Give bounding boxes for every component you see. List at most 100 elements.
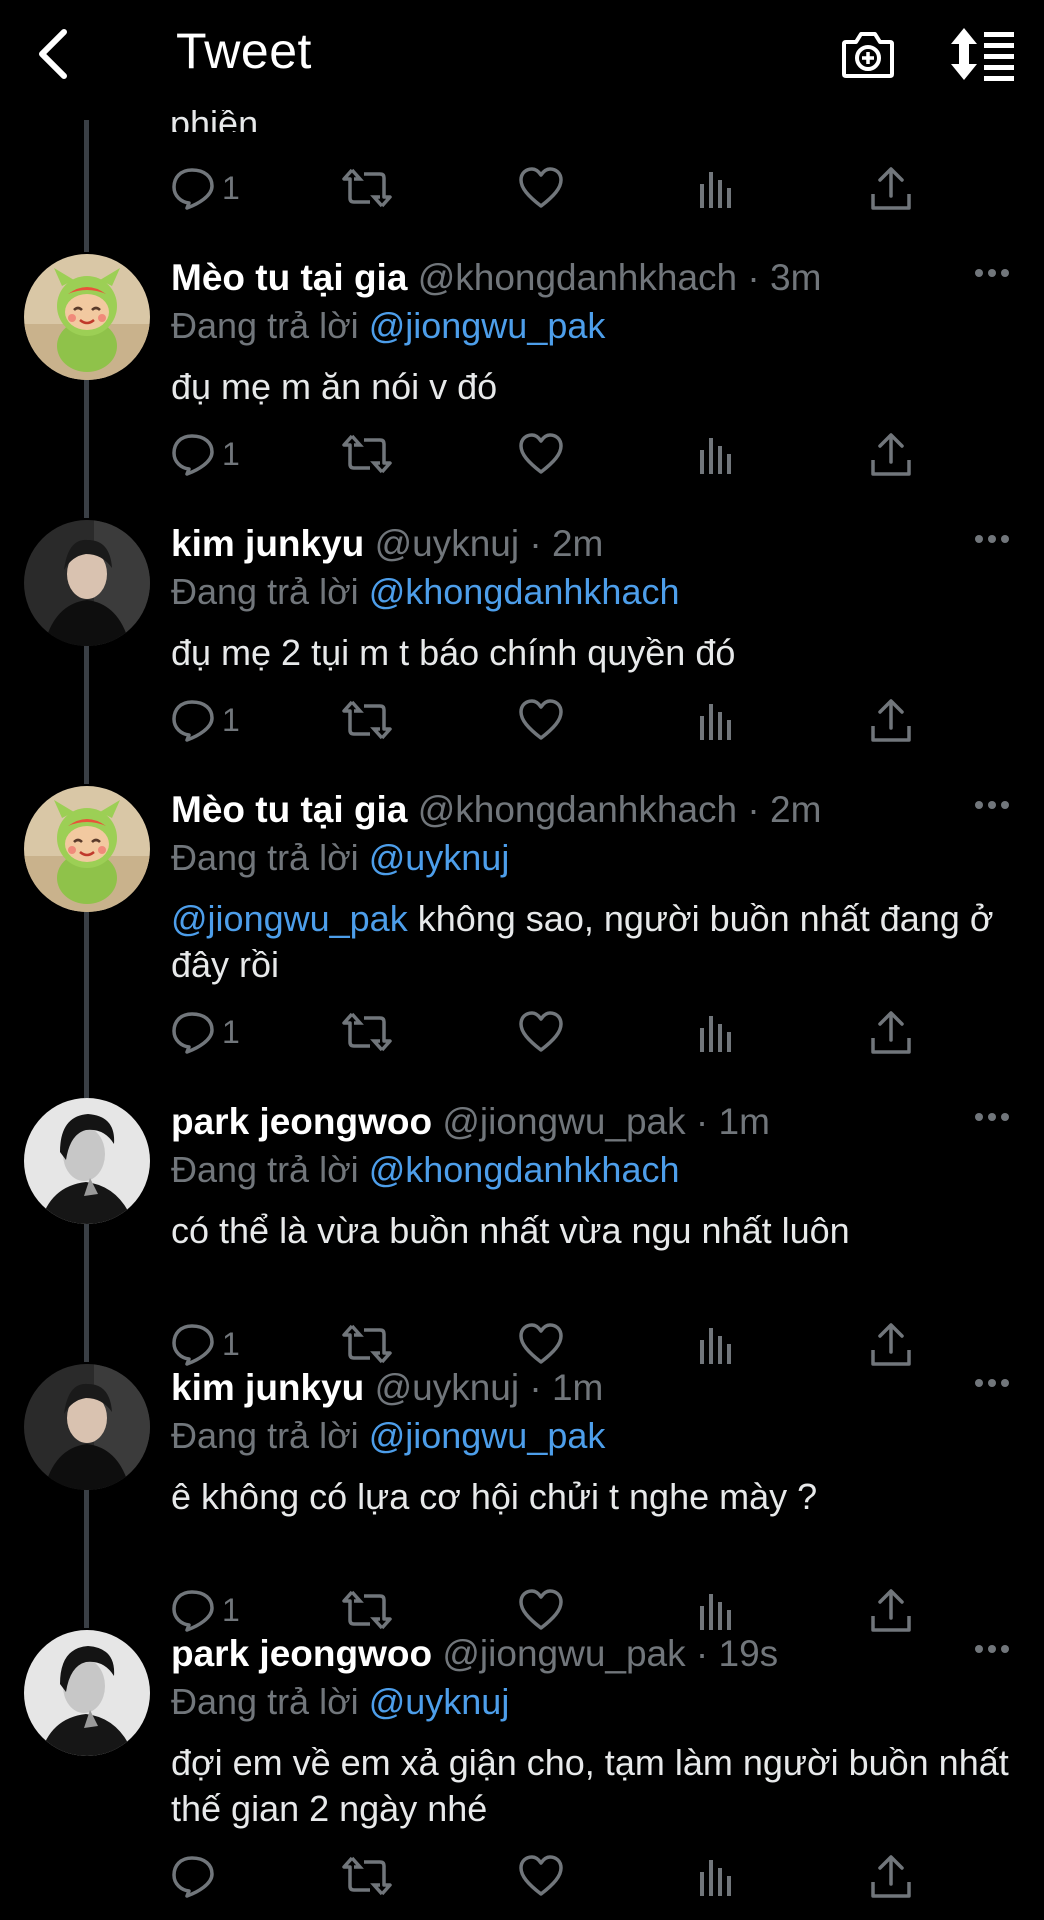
reply-icon[interactable] bbox=[170, 1010, 216, 1056]
reply-icon[interactable] bbox=[170, 1588, 216, 1634]
username[interactable]: @jiongwu_pak bbox=[442, 1633, 685, 1674]
tweet-action-bar: 1 bbox=[0, 432, 1044, 482]
analytics-icon[interactable] bbox=[694, 432, 734, 478]
reply-icon-glyph bbox=[172, 1590, 214, 1632]
timestamp: · 3m bbox=[747, 257, 822, 298]
reply-icon-glyph bbox=[172, 434, 214, 476]
reply-icon[interactable] bbox=[170, 1854, 216, 1900]
tweet-action-bar: 1 bbox=[0, 698, 1044, 748]
analytics-icon[interactable] bbox=[694, 1322, 734, 1368]
replying-to-mention[interactable]: @uyknuj bbox=[369, 837, 510, 878]
timestamp: · 19s bbox=[695, 1633, 779, 1674]
like-icon[interactable] bbox=[518, 166, 564, 212]
reply-icon[interactable] bbox=[170, 432, 216, 478]
avatar[interactable] bbox=[24, 1364, 150, 1490]
retweet-icon[interactable] bbox=[342, 1010, 392, 1056]
body-text: đụ mẹ m ăn nói v đó bbox=[171, 366, 498, 407]
replying-label: Đang trả lời bbox=[171, 571, 359, 612]
more-options-icon[interactable] bbox=[974, 798, 1010, 810]
more-options-icon[interactable] bbox=[974, 532, 1010, 544]
share-icon[interactable] bbox=[868, 1010, 914, 1056]
avatar[interactable] bbox=[24, 254, 150, 380]
retweet-icon[interactable] bbox=[342, 1588, 392, 1634]
timestamp: · 1m bbox=[695, 1101, 770, 1142]
retweet-icon[interactable] bbox=[342, 1854, 392, 1900]
display-name[interactable]: Mèo tu tại gia bbox=[171, 789, 407, 830]
replying-to-mention[interactable]: @jiongwu_pak bbox=[369, 305, 606, 346]
avatar[interactable] bbox=[24, 520, 150, 646]
back-arrow-icon[interactable] bbox=[30, 26, 80, 82]
tweet-text: đợi em về em xả giận cho, tạm làm người … bbox=[171, 1740, 1031, 1832]
tweet-header: Mèo tu tại gia @khongdanhkhach · 3m bbox=[171, 256, 821, 300]
replying-to-mention[interactable]: @uyknuj bbox=[369, 1681, 510, 1722]
replying-to: Đang trả lời @uyknuj bbox=[171, 1680, 509, 1724]
avatar[interactable] bbox=[24, 786, 150, 912]
analytics-icon[interactable] bbox=[694, 1854, 734, 1900]
display-name[interactable]: kim junkyu bbox=[171, 1367, 364, 1408]
sort-list-icon[interactable] bbox=[950, 26, 1016, 82]
display-name[interactable]: kim junkyu bbox=[171, 523, 364, 564]
share-icon-glyph bbox=[871, 1011, 911, 1054]
username[interactable]: @uyknuj bbox=[375, 1367, 520, 1408]
retweet-icon[interactable] bbox=[342, 432, 392, 478]
replying-label: Đang trả lời bbox=[171, 305, 359, 346]
page-title: Tweet bbox=[176, 23, 312, 79]
reply-icon-glyph bbox=[172, 700, 214, 742]
like-icon[interactable] bbox=[518, 698, 564, 744]
share-icon[interactable] bbox=[868, 1322, 914, 1368]
like-icon[interactable] bbox=[518, 1588, 564, 1634]
retweet-icon[interactable] bbox=[342, 1322, 392, 1368]
like-icon[interactable] bbox=[518, 432, 564, 478]
avatar[interactable] bbox=[24, 1630, 150, 1756]
tweet-text: ê không có lựa cơ hội chửi t nghe mày ? bbox=[171, 1474, 1031, 1520]
tweet-action-bar: 1 bbox=[0, 1010, 1044, 1060]
retweet-icon-glyph bbox=[342, 168, 392, 208]
analytics-icon-glyph bbox=[700, 1860, 731, 1896]
username[interactable]: @uyknuj bbox=[375, 523, 520, 564]
username[interactable]: @khongdanhkhach bbox=[418, 257, 737, 298]
retweet-icon[interactable] bbox=[342, 698, 392, 744]
avatar[interactable] bbox=[24, 1098, 150, 1224]
tweet-header: Mèo tu tại gia @khongdanhkhach · 2m bbox=[171, 788, 821, 832]
reply-icon[interactable] bbox=[170, 166, 216, 212]
display-name[interactable]: park jeongwoo bbox=[171, 1101, 432, 1142]
like-icon[interactable] bbox=[518, 1322, 564, 1368]
body-text: có thể là vừa buồn nhất vừa ngu nhất luô… bbox=[171, 1210, 850, 1251]
share-icon[interactable] bbox=[868, 698, 914, 744]
more-options-icon[interactable] bbox=[974, 266, 1010, 278]
more-options-icon[interactable] bbox=[974, 1376, 1010, 1388]
analytics-icon-glyph bbox=[700, 438, 731, 474]
display-name[interactable]: park jeongwoo bbox=[171, 1633, 432, 1674]
share-icon[interactable] bbox=[868, 1588, 914, 1634]
like-icon-glyph bbox=[519, 1011, 563, 1052]
retweet-icon[interactable] bbox=[342, 166, 392, 212]
replying-to-mention[interactable]: @khongdanhkhach bbox=[369, 571, 680, 612]
analytics-icon[interactable] bbox=[694, 698, 734, 744]
tweet-header: park jeongwoo @jiongwu_pak · 1m bbox=[171, 1100, 770, 1144]
more-options-icon[interactable] bbox=[974, 1110, 1010, 1122]
like-icon[interactable] bbox=[518, 1854, 564, 1900]
share-icon-glyph bbox=[871, 433, 911, 476]
replying-label: Đang trả lời bbox=[171, 837, 359, 878]
share-icon[interactable] bbox=[868, 432, 914, 478]
body-mention[interactable]: @jiongwu_pak bbox=[171, 898, 408, 939]
share-icon[interactable] bbox=[868, 1854, 914, 1900]
display-name[interactable]: Mèo tu tại gia bbox=[171, 257, 407, 298]
username[interactable]: @jiongwu_pak bbox=[442, 1101, 685, 1142]
analytics-icon[interactable] bbox=[694, 1588, 734, 1634]
analytics-icon[interactable] bbox=[694, 166, 734, 212]
analytics-icon-glyph bbox=[700, 1594, 731, 1630]
replying-to-mention[interactable]: @jiongwu_pak bbox=[369, 1415, 606, 1456]
replying-to-mention[interactable]: @khongdanhkhach bbox=[369, 1149, 680, 1190]
analytics-icon[interactable] bbox=[694, 1010, 734, 1056]
tweet-header: kim junkyu @uyknuj · 1m bbox=[171, 1366, 603, 1410]
camera-plus-icon[interactable] bbox=[840, 28, 896, 80]
like-icon-glyph bbox=[519, 1323, 563, 1364]
reply-icon[interactable] bbox=[170, 1322, 216, 1368]
analytics-icon-glyph bbox=[700, 1016, 731, 1052]
reply-icon[interactable] bbox=[170, 698, 216, 744]
username[interactable]: @khongdanhkhach bbox=[418, 789, 737, 830]
more-options-icon[interactable] bbox=[974, 1642, 1010, 1654]
share-icon[interactable] bbox=[868, 166, 914, 212]
like-icon[interactable] bbox=[518, 1010, 564, 1056]
